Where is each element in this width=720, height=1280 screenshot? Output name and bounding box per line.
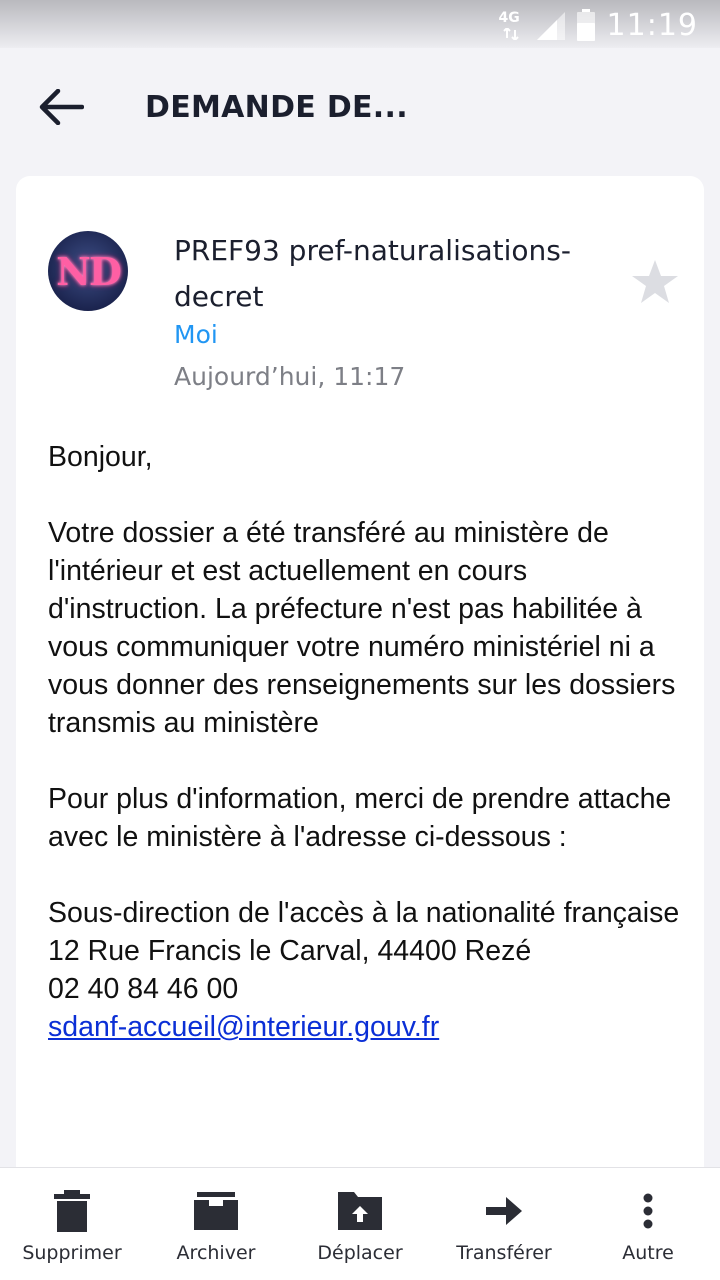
network-indicator: 4G: [499, 10, 523, 40]
star-button[interactable]: [629, 256, 681, 308]
folder-move-icon: [338, 1192, 382, 1230]
page-title: DEMANDE DE...: [145, 90, 408, 125]
archive-box-icon: [194, 1192, 238, 1230]
sender-name[interactable]: PREF93 pref-naturalisations-decret: [174, 228, 614, 320]
delete-label: Supprimer: [22, 1242, 122, 1264]
more-vertical-icon: [643, 1193, 653, 1229]
address-line: 12 Rue Francis le Carval, 44400 Rezé: [48, 935, 532, 967]
email-body: Bonjour, Votre dossier a été transféré a…: [48, 438, 688, 1046]
arrow-left-icon: [39, 89, 84, 125]
recipient-name[interactable]: Moi: [174, 320, 218, 349]
back-button[interactable]: [30, 80, 92, 134]
battery-icon: [576, 9, 595, 41]
archive-button[interactable]: Archiver: [144, 1168, 288, 1280]
more-button[interactable]: Autre: [576, 1168, 720, 1280]
email-date: Aujourd’hui, 11:17: [174, 362, 406, 391]
move-button[interactable]: Déplacer: [288, 1168, 432, 1280]
data-arrows-icon: [502, 28, 519, 40]
email-greeting: Bonjour,: [48, 441, 153, 473]
phone-number: 02 40 84 46 00: [48, 973, 239, 1005]
email-link[interactable]: sdanf-accueil@interieur.gouv.fr: [48, 1011, 439, 1043]
forward-label: Transférer: [456, 1242, 552, 1264]
bottom-toolbar: Supprimer Archiver Déplacer Transférer A…: [0, 1167, 720, 1280]
clock: 11:19: [606, 7, 698, 43]
contact-block: Sous-direction de l'accès à la nationali…: [48, 894, 688, 1046]
email-card: ND PREF93 pref-naturalisations-decret Mo…: [16, 176, 704, 1176]
sender-avatar[interactable]: ND: [48, 231, 128, 311]
status-bar: 4G 11:19: [0, 0, 720, 48]
star-icon: [632, 260, 678, 303]
address-line: Sous-direction de l'accès à la nationali…: [48, 897, 680, 929]
status-icons: 4G 11:19: [499, 7, 698, 43]
archive-label: Archiver: [176, 1242, 256, 1264]
email-paragraph: Pour plus d'information, merci de prendr…: [48, 783, 672, 853]
delete-button[interactable]: Supprimer: [0, 1168, 144, 1280]
more-label: Autre: [622, 1242, 674, 1264]
arrow-right-icon: [486, 1197, 522, 1225]
app-header: DEMANDE DE...: [0, 48, 720, 166]
email-paragraph: Votre dossier a été transféré au ministè…: [48, 517, 676, 739]
network-type-label: 4G: [498, 10, 520, 26]
forward-button[interactable]: Transférer: [432, 1168, 576, 1280]
avatar-initials: ND: [56, 248, 122, 294]
trash-icon: [54, 1190, 90, 1232]
signal-icon: [536, 12, 565, 40]
move-label: Déplacer: [317, 1242, 403, 1264]
